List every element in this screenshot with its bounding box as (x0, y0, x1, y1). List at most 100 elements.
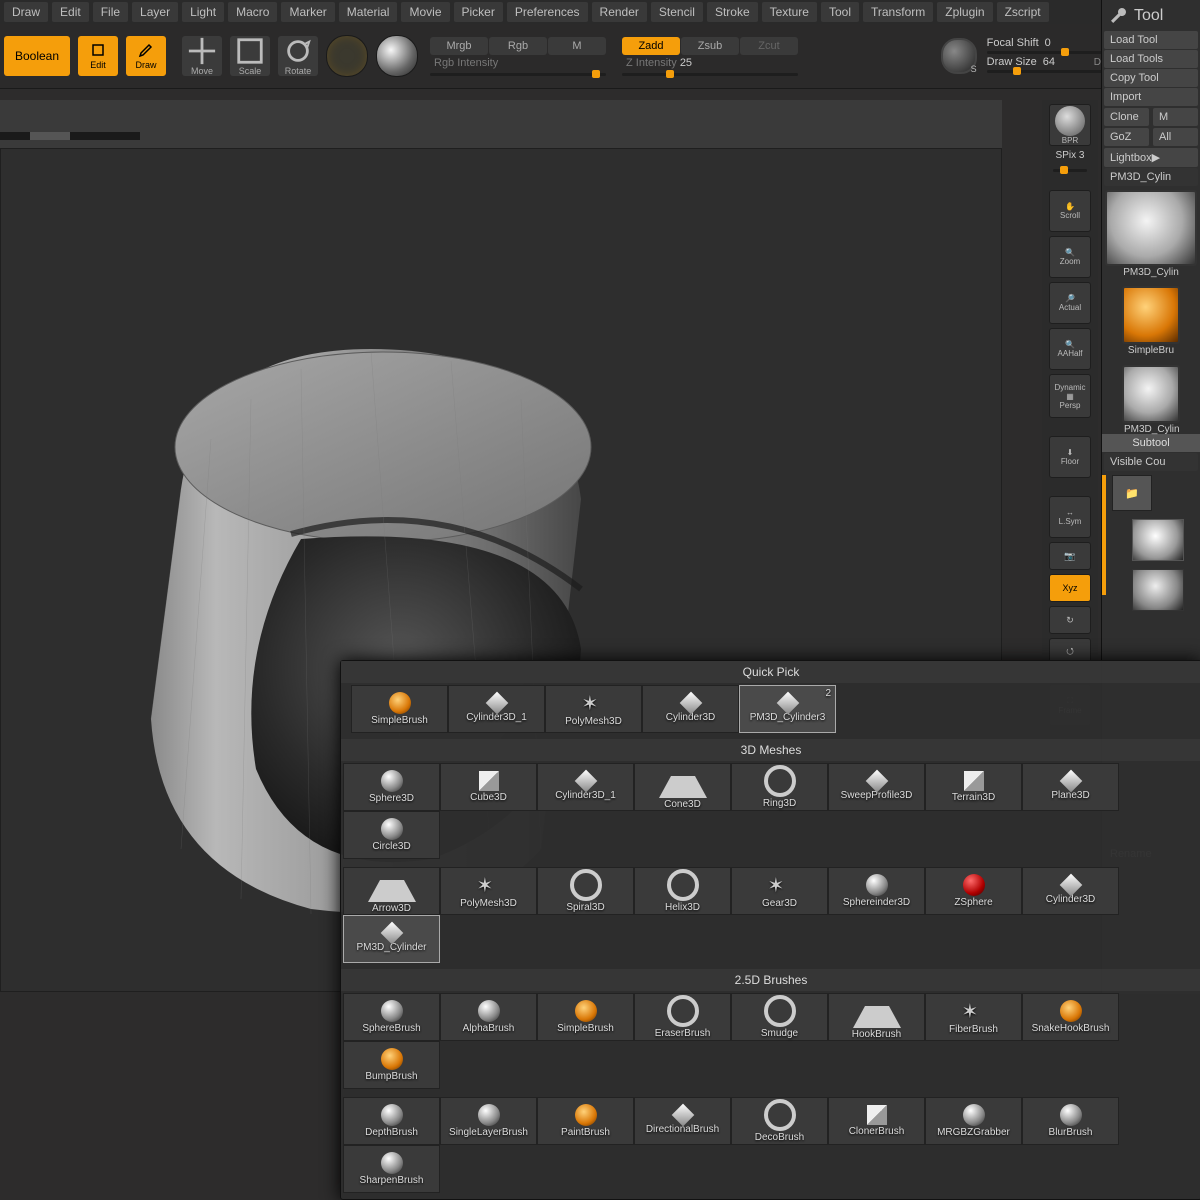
quickpick-cylinder3d_1[interactable]: Cylinder3D_1 (448, 685, 545, 733)
xyz-button[interactable]: Xyz (1049, 574, 1091, 602)
import-button[interactable]: Import (1104, 88, 1198, 106)
mrgb-chip[interactable]: Mrgb (430, 37, 488, 55)
mesh-circle3d[interactable]: Circle3D (343, 811, 440, 859)
mesh-spiral3d[interactable]: Spiral3D (537, 867, 634, 915)
rotate-button[interactable]: Rotate (278, 36, 318, 76)
recent-tool-simplebrush[interactable]: SimpleBru (1122, 286, 1180, 344)
brush-smudge[interactable]: Smudge (731, 993, 828, 1041)
spin-button[interactable]: ↻ (1049, 606, 1091, 634)
spix-slider[interactable] (1053, 169, 1087, 172)
zoom-button[interactable]: 🔍Zoom (1049, 236, 1091, 278)
brush-decobrush[interactable]: DecoBrush (731, 1097, 828, 1145)
zsub-chip[interactable]: Zsub (681, 37, 739, 55)
brush-fiberbrush[interactable]: ✶FiberBrush (925, 993, 1022, 1041)
mesh-sphere3d[interactable]: Sphere3D (343, 763, 440, 811)
rgb-chip[interactable]: Rgb (489, 37, 547, 55)
brush-depthbrush[interactable]: DepthBrush (343, 1097, 440, 1145)
quickpick-pm3d_cylinder3[interactable]: PM3D_Cylinder32 (739, 685, 836, 733)
subtool-item-0[interactable] (1132, 519, 1184, 561)
mesh-cylinder3d[interactable]: Cylinder3D (1022, 867, 1119, 915)
brush-sharpenbrush[interactable]: SharpenBrush (343, 1145, 440, 1193)
zcut-chip[interactable]: Zcut (740, 37, 798, 55)
menu-movie[interactable]: Movie (401, 2, 449, 22)
brush-alphabrush[interactable]: AlphaBrush (440, 993, 537, 1041)
aahalf-button[interactable]: 🔍AAHalf (1049, 328, 1091, 370)
menu-render[interactable]: Render (592, 2, 647, 22)
load-tool-button[interactable]: Load Tool (1104, 31, 1198, 49)
mesh-zsphere[interactable]: ZSphere (925, 867, 1022, 915)
scale-button[interactable]: Scale (230, 36, 270, 76)
mesh-cube3d[interactable]: Cube3D (440, 763, 537, 811)
menu-tool[interactable]: Tool (821, 2, 859, 22)
actual-button[interactable]: 🔎Actual (1049, 282, 1091, 324)
brush-singlelayerbrush[interactable]: SingleLayerBrush (440, 1097, 537, 1145)
z-intensity-slider[interactable] (622, 73, 798, 76)
quickpick-simplebrush[interactable]: SimpleBrush (351, 685, 448, 733)
brush-hookbrush[interactable]: HookBrush (828, 993, 925, 1041)
doc-scrollbar[interactable] (0, 132, 140, 140)
mesh-sweepprofile3d[interactable]: SweepProfile3D (828, 763, 925, 811)
subtool-item-1[interactable] (1132, 569, 1184, 611)
mesh-cone3d[interactable]: Cone3D (634, 763, 731, 811)
brush-blurbrush[interactable]: BlurBrush (1022, 1097, 1119, 1145)
subtool-header[interactable]: Subtool (1102, 434, 1200, 452)
lsym-button[interactable]: ↔L.Sym (1049, 496, 1091, 538)
spix-readout[interactable]: SPix 3 (1056, 150, 1085, 161)
current-tool-thumb[interactable]: PM3D_Cylin (1105, 190, 1197, 266)
brush-clonerbrush[interactable]: ClonerBrush (828, 1097, 925, 1145)
mesh-arrow3d[interactable]: Arrow3D (343, 867, 440, 915)
goz-button[interactable]: GoZ (1104, 128, 1149, 146)
menu-picker[interactable]: Picker (454, 2, 503, 22)
draw-button[interactable]: Draw (126, 36, 166, 76)
edit-button[interactable]: Edit (78, 36, 118, 76)
bpr-button[interactable]: BPR (1049, 104, 1091, 146)
zadd-chip[interactable]: Zadd (622, 37, 680, 55)
floor-button[interactable]: ⬇Floor (1049, 436, 1091, 478)
mesh-ring3d[interactable]: Ring3D (731, 763, 828, 811)
mesh-terrain3d[interactable]: Terrain3D (925, 763, 1022, 811)
cam-lock-button[interactable]: 📷 (1049, 542, 1091, 570)
brush-snakehookbrush[interactable]: SnakeHookBrush (1022, 993, 1119, 1041)
load-tools-button[interactable]: Load Tools (1104, 50, 1198, 68)
subtool-folder[interactable]: 📁 (1112, 475, 1152, 511)
mesh-gear3d[interactable]: ✶Gear3D (731, 867, 828, 915)
quickpick-polymesh3d[interactable]: ✶PolyMesh3D (545, 685, 642, 733)
menu-preferences[interactable]: Preferences (507, 2, 588, 22)
menu-macro[interactable]: Macro (228, 2, 277, 22)
material-ball[interactable] (376, 35, 418, 77)
brush-eraserbrush[interactable]: EraserBrush (634, 993, 731, 1041)
brush-directionalbrush[interactable]: DirectionalBrush (634, 1097, 731, 1145)
scroll-button[interactable]: ✋Scroll (1049, 190, 1091, 232)
m-button[interactable]: M (1153, 108, 1198, 126)
menu-file[interactable]: File (93, 2, 128, 22)
copy-tool-button[interactable]: Copy Tool (1104, 69, 1198, 87)
brush-mrgbzgrabber[interactable]: MRGBZGrabber (925, 1097, 1022, 1145)
menu-light[interactable]: Light (182, 2, 224, 22)
brush-swatch[interactable] (326, 35, 368, 77)
brush-bumpbrush[interactable]: BumpBrush (343, 1041, 440, 1089)
mesh-polymesh3d[interactable]: ✶PolyMesh3D (440, 867, 537, 915)
rgb-intensity-slider[interactable] (430, 73, 606, 76)
menu-edit[interactable]: Edit (52, 2, 89, 22)
recent-tool-cylinder[interactable]: PM3D_Cylin (1122, 365, 1180, 423)
menu-texture[interactable]: Texture (762, 2, 817, 22)
menu-stencil[interactable]: Stencil (651, 2, 703, 22)
mesh-pm3d_cylinder[interactable]: PM3D_Cylinder (343, 915, 440, 963)
goz-all-button[interactable]: All (1153, 128, 1198, 146)
mesh-helix3d[interactable]: Helix3D (634, 867, 731, 915)
lightbox-button[interactable]: Lightbox▶ (1104, 148, 1198, 167)
menu-material[interactable]: Material (339, 2, 398, 22)
persp-button[interactable]: Dynamic▦Persp (1049, 374, 1091, 418)
mesh-cylinder3d_1[interactable]: Cylinder3D_1 (537, 763, 634, 811)
mesh-plane3d[interactable]: Plane3D (1022, 763, 1119, 811)
brush-simplebrush[interactable]: SimpleBrush (537, 993, 634, 1041)
menu-marker[interactable]: Marker (281, 2, 334, 22)
menu-layer[interactable]: Layer (132, 2, 178, 22)
menu-draw[interactable]: Draw (4, 2, 48, 22)
boolean-toggle[interactable]: Boolean (4, 36, 70, 76)
move-button[interactable]: Move (182, 36, 222, 76)
menu-stroke[interactable]: Stroke (707, 2, 758, 22)
menu-zscript[interactable]: Zscript (997, 2, 1049, 22)
mesh-sphereinder3d[interactable]: Sphereinder3D (828, 867, 925, 915)
smooth-orb[interactable] (941, 38, 977, 74)
